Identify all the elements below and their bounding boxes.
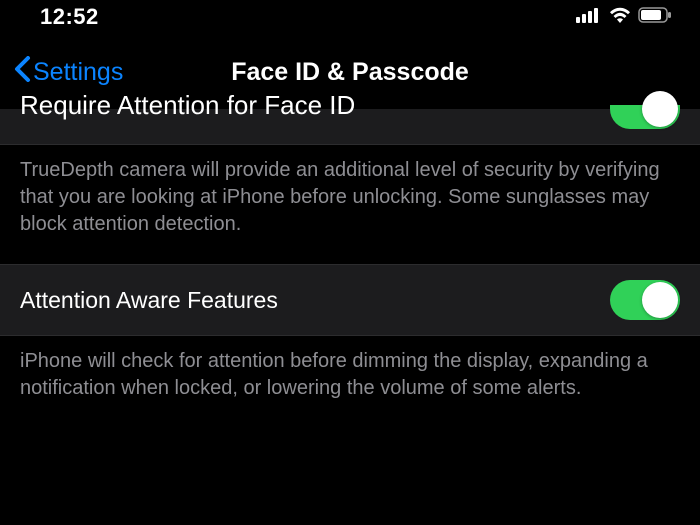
status-time: 12:52 xyxy=(40,4,99,30)
toggle-knob xyxy=(642,282,678,318)
battery-icon xyxy=(638,7,672,28)
attention-aware-toggle[interactable] xyxy=(610,280,680,320)
status-icons xyxy=(576,6,672,29)
cellular-icon xyxy=(576,7,602,28)
status-bar: 12:52 xyxy=(0,0,700,38)
toggle-knob xyxy=(642,91,678,127)
require-attention-label: Require Attention for Face ID xyxy=(20,90,355,121)
attention-aware-description: iPhone will check for attention before d… xyxy=(0,336,700,428)
back-button[interactable]: Settings xyxy=(14,56,123,89)
back-label: Settings xyxy=(33,58,123,87)
attention-aware-row[interactable]: Attention Aware Features xyxy=(0,264,700,336)
page-title: Face ID & Passcode xyxy=(231,58,469,87)
attention-aware-label: Attention Aware Features xyxy=(20,287,278,314)
require-attention-row[interactable]: Require Attention for Face ID xyxy=(0,109,700,145)
require-attention-toggle[interactable] xyxy=(610,105,680,129)
require-attention-description: TrueDepth camera will provide an additio… xyxy=(0,145,700,264)
chevron-left-icon xyxy=(14,56,31,89)
wifi-icon xyxy=(608,6,632,29)
